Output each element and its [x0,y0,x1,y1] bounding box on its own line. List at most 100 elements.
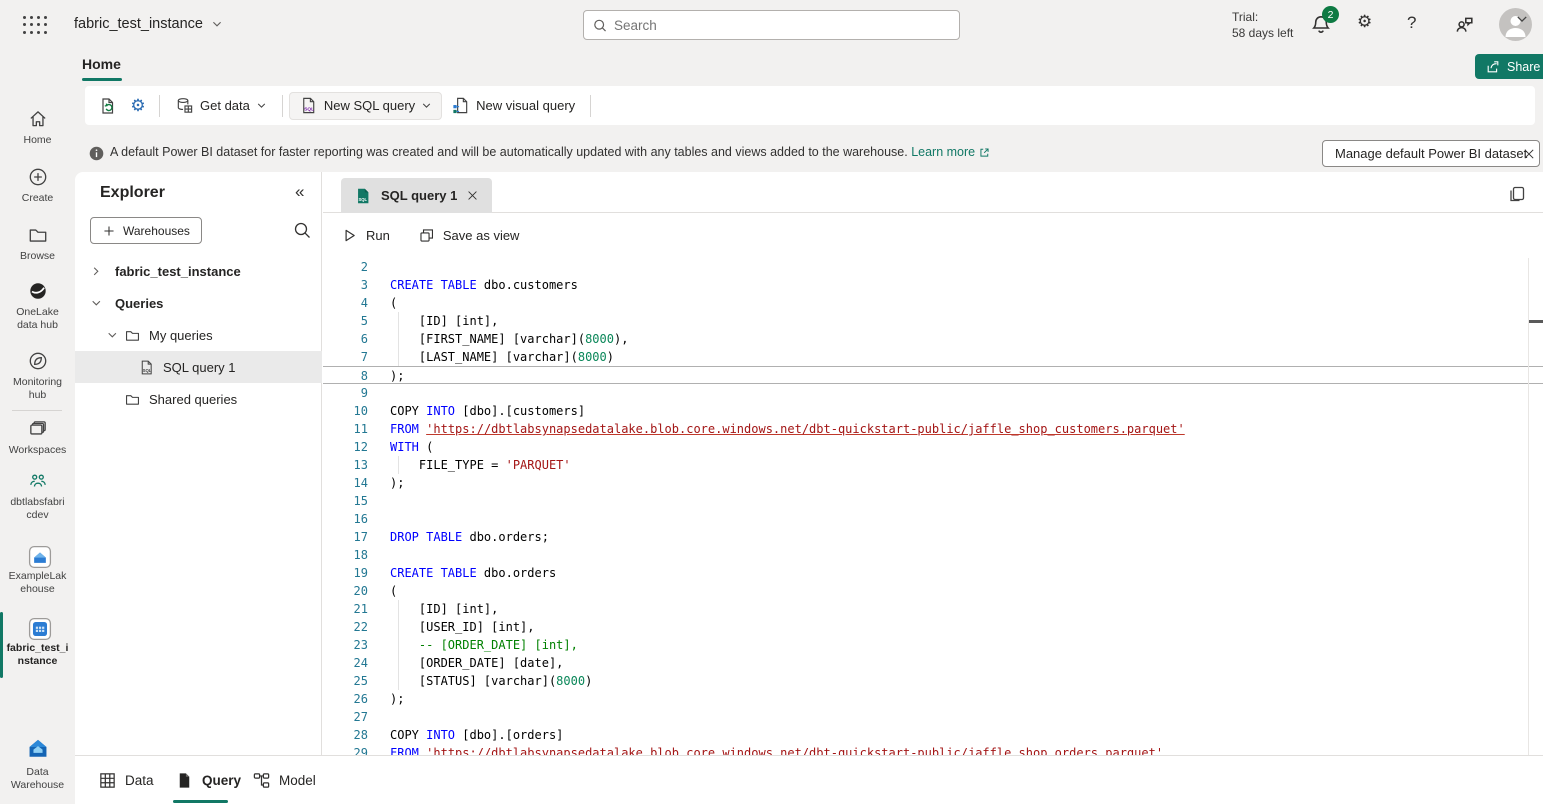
tree-item-shared-queries[interactable]: Shared queries [75,383,322,415]
code-line[interactable]: 7 [LAST_NAME] [varchar](8000) [323,348,1543,366]
code-line[interactable]: 20( [323,582,1543,600]
ribbon-divider [282,95,283,117]
rail-item-browse[interactable]: Browse [0,224,75,263]
manage-default-dataset-button[interactable]: Manage default Power BI dataset [1322,140,1540,167]
refresh-query-button[interactable] [93,92,123,120]
new-visual-query-button[interactable]: New visual query [442,92,584,120]
rail-item-label: fabric_test_instance [7,642,69,668]
collapse-panel-button[interactable]: « [295,182,304,202]
rail-item-create[interactable]: Create [0,166,75,205]
rail-item-home[interactable]: Home [0,108,75,147]
ribbon-collapse-button[interactable] [1515,12,1529,26]
code-line[interactable]: 10COPY INTO [dbo].[customers] [323,402,1543,420]
code-text: ); [390,474,404,492]
grid-icon [98,771,117,790]
code-line[interactable]: 5 [ID] [int], [323,312,1543,330]
run-button[interactable]: Run [341,227,390,244]
rail-item-workspaces[interactable]: Workspaces [0,418,75,457]
tree-label: Shared queries [149,392,237,407]
line-number: 11 [323,420,368,438]
rail-item-onelake-data-hub[interactable]: OneLakedata hub [0,280,75,332]
code-line[interactable]: 25 [STATUS] [varchar](8000) [323,672,1543,690]
left-nav-rail: Home Create Browse OneLakedata hub Monitorin… [0,50,75,804]
close-icon[interactable] [466,189,479,202]
code-line[interactable]: 21 [ID] [int], [323,600,1543,618]
tab-title: SQL query 1 [381,188,457,203]
code-line[interactable]: 26); [323,690,1543,708]
notifications-button[interactable]: 2 [1309,13,1333,37]
rail-item-label: Create [22,192,54,205]
tab-model[interactable]: Model [252,756,316,804]
chevron-down-icon [256,100,267,111]
tab-sql-query-1[interactable]: SQL SQL query 1 [341,178,492,213]
trial-status: Trial: 58 days left [1232,9,1293,41]
rail-item-fabric-test-instance[interactable]: fabric_test_instance [0,616,75,668]
warehouse-settings-button[interactable]: ⚙ [123,92,153,120]
code-area[interactable]: 23CREATE TABLE dbo.customers4(5 [ID] [in… [323,258,1543,755]
rail-item-data-warehouse[interactable]: DataWarehouse [0,736,75,792]
editor-toolbar: Run Save as view [323,213,1543,258]
tree-item-warehouse[interactable]: fabric_test_instance [75,255,322,287]
code-line[interactable]: 24 [ORDER_DATE] [date], [323,654,1543,672]
rail-item-dbtlabsfabricdev[interactable]: dbtlabsfabricdev [0,470,75,522]
rail-item-monitoring-hub[interactable]: Monitoringhub [0,350,75,402]
code-line[interactable]: 6 [FIRST_NAME] [varchar](8000), [323,330,1543,348]
tree-item-queries[interactable]: Queries [75,287,322,319]
settings-button[interactable]: ⚙ [1357,13,1381,37]
code-text: -- [ORDER_DATE] [int], [390,636,578,654]
code-line[interactable]: 2 [323,258,1543,276]
get-data-button[interactable]: Get data [166,92,276,120]
sql-document-icon: SQL [299,96,318,115]
code-line[interactable]: 4( [323,294,1543,312]
share-button[interactable]: Share [1475,54,1543,79]
feedback-button[interactable] [1452,13,1476,37]
global-search[interactable] [583,10,960,40]
tab-query[interactable]: Query [175,756,241,804]
code-line[interactable]: 22 [USER_ID] [int], [323,618,1543,636]
learn-more-link[interactable]: Learn more [911,145,991,159]
share-icon [1485,59,1501,75]
code-line[interactable]: 17DROP TABLE dbo.orders; [323,528,1543,546]
code-line[interactable]: 28COPY INTO [dbo].[orders] [323,726,1543,744]
code-line[interactable]: 27 [323,708,1543,726]
tab-data[interactable]: Data [98,756,154,804]
search-icon[interactable] [292,220,312,240]
app-launcher-icon[interactable] [22,15,48,35]
workspaces-icon [27,418,49,440]
rail-item-examplelakehouse[interactable]: ExampleLakehouse [0,544,75,596]
code-line[interactable]: 13 FILE_TYPE = 'PARQUET' [323,456,1543,474]
code-line[interactable]: 15 [323,492,1543,510]
line-number: 24 [323,654,368,672]
monitoring-icon [27,350,49,372]
search-input[interactable] [614,18,951,33]
code-line[interactable]: 11FROM 'https://dbtlabsynapsedatalake.bl… [323,420,1543,438]
line-number: 21 [323,600,368,618]
rail-item-label: DataWarehouse [11,766,64,792]
home-tab-underline [82,78,122,81]
code-line[interactable]: 18 [323,546,1543,564]
tree-item-my-queries[interactable]: My queries [75,319,322,351]
code-line[interactable]: 8); [323,366,1543,384]
line-number: 25 [323,672,368,690]
code-line[interactable]: 12WITH ( [323,438,1543,456]
save-as-view-button[interactable]: Save as view [418,227,520,244]
code-line[interactable]: 3CREATE TABLE dbo.customers [323,276,1543,294]
code-line[interactable]: 19CREATE TABLE dbo.orders [323,564,1543,582]
code-line[interactable]: 16 [323,510,1543,528]
code-line[interactable]: 9 [323,384,1543,402]
scrollbar-marker[interactable] [1529,320,1543,323]
code-text: [ID] [int], [390,312,498,330]
code-line[interactable]: 23 -- [ORDER_DATE] [int], [323,636,1543,654]
tab-home[interactable]: Home [82,56,121,72]
banner-close-button[interactable] [1518,143,1540,165]
workspace-title-menu[interactable]: fabric_test_instance [74,16,223,32]
add-warehouses-button[interactable]: Warehouses [90,217,202,244]
rail-item-label: ExampleLakehouse [9,570,67,596]
help-button[interactable]: ? [1407,13,1431,37]
copy-icon[interactable] [1507,184,1527,204]
line-number: 17 [323,528,368,546]
line-number: 9 [323,384,368,402]
tree-item-sql-query-1[interactable]: SQL SQL query 1 [75,351,322,383]
code-line[interactable]: 14); [323,474,1543,492]
new-sql-query-button[interactable]: SQL New SQL query [289,92,442,120]
